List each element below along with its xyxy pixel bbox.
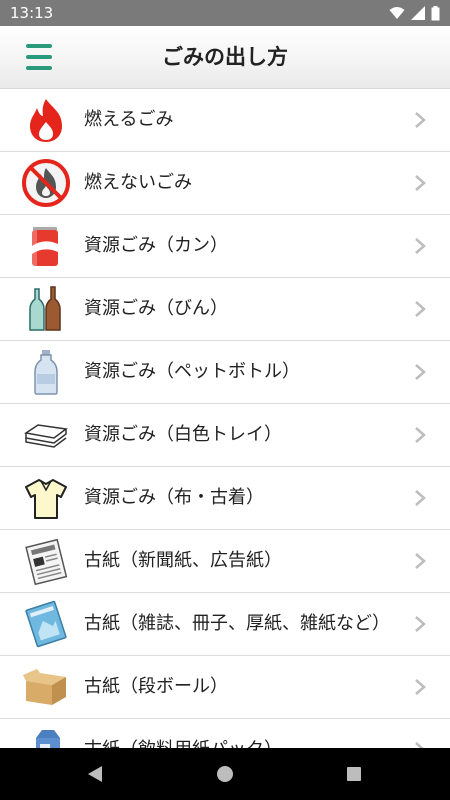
list-item-white-trays[interactable]: 資源ごみ（白色トレイ） [0,404,450,467]
list-item-label: 古紙（段ボール） [84,676,228,697]
wifi-icon [389,7,405,19]
cardboard-box-icon [23,669,66,705]
list-item-label: 資源ごみ（カン） [84,235,228,256]
battery-icon [431,5,440,20]
can-icon [32,227,58,266]
flame-icon [30,99,62,142]
milk-carton-icon [36,730,60,748]
signal-icon [411,6,425,20]
chevron-right-icon [415,616,426,632]
list-item-pet-bottles[interactable]: 資源ごみ（ペットボトル） [0,341,450,404]
chevron-right-icon [415,301,426,317]
list-item-milk-carton[interactable]: 古紙（飲料用紙パック） [0,719,450,748]
no-burn-icon [22,159,70,207]
list-item-label: 資源ごみ（布・古着） [84,487,264,508]
pet-bottle-icon [34,350,58,395]
system-nav-bar [0,748,450,800]
chevron-right-icon [415,490,426,506]
chevron-right-icon [415,364,426,380]
category-list: 燃えるごみ 燃えないごみ 資源ごみ（カン） 資源ごみ（びん） 資源ごみ（ペットボ… [0,89,450,748]
list-item-cardboard[interactable]: 古紙（段ボール） [0,656,450,719]
bottles-icon [29,286,61,331]
list-item-label: 古紙（新聞紙、広告紙） [84,550,282,571]
chevron-right-icon [415,553,426,569]
chevron-right-icon [415,427,426,443]
recents-icon[interactable] [324,748,384,800]
chevron-right-icon [415,679,426,695]
chevron-right-icon [415,742,424,748]
list-item-label: 資源ごみ（びん） [84,298,228,319]
list-item-label: 燃えないごみ [84,172,192,193]
app-bar: ごみの出し方 [0,26,450,89]
status-bar: 13:13 [0,0,450,26]
list-item-cans[interactable]: 資源ごみ（カン） [0,215,450,278]
status-time: 13:13 [10,4,54,22]
list-item-cloth[interactable]: 資源ごみ（布・古着） [0,467,450,530]
list-item-bottles[interactable]: 資源ごみ（びん） [0,278,450,341]
list-item-label: 古紙（飲料用紙パック） [84,737,396,748]
home-icon[interactable] [195,748,255,800]
list-item-newspaper[interactable]: 古紙（新聞紙、広告紙） [0,530,450,593]
tray-icon [24,424,68,448]
chevron-right-icon [415,175,426,191]
list-item-magazine[interactable]: 古紙（雑誌、冊子、厚紙、雑紙など） [0,593,450,656]
magazine-icon [25,600,67,648]
back-icon[interactable] [64,748,124,800]
list-item-label: 資源ごみ（白色トレイ） [84,424,282,445]
list-item-non-burnable[interactable]: 燃えないごみ [0,152,450,215]
list-item-label: 資源ごみ（ペットボトル） [84,361,300,382]
list-item-label: 燃えるごみ [84,109,174,130]
chevron-right-icon [415,238,426,254]
list-item-burnable[interactable]: 燃えるごみ [0,89,450,152]
list-item-label: 古紙（雑誌、冊子、厚紙、雑紙など） [84,613,390,634]
chevron-right-icon [415,112,426,128]
shirt-icon [25,479,67,519]
page-title: ごみの出し方 [162,45,288,69]
newspaper-icon [25,538,68,585]
